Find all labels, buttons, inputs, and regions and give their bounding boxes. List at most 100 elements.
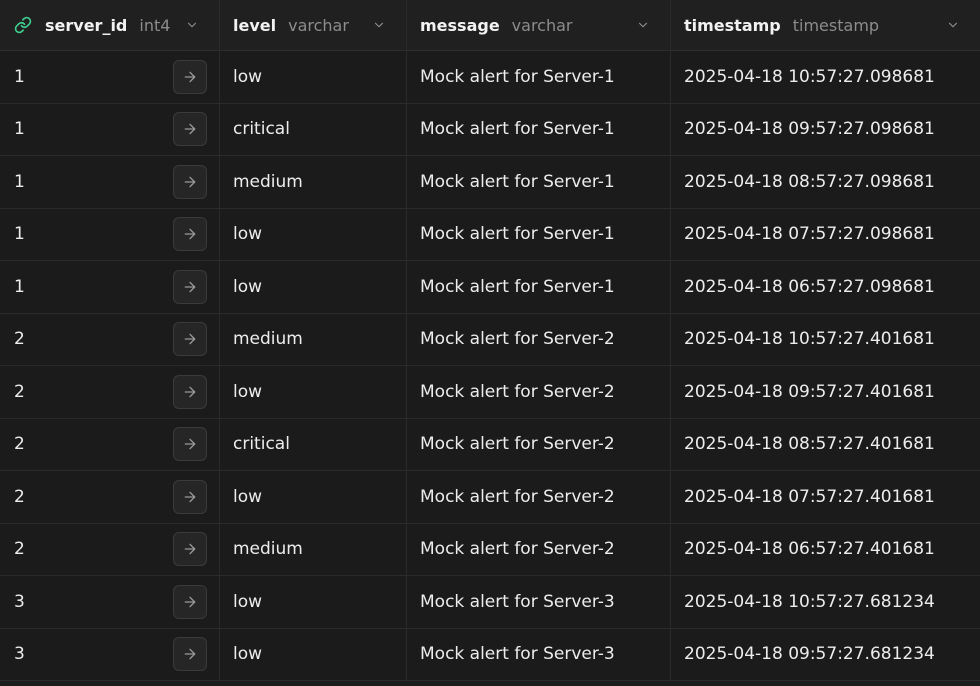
column-header-timestamp[interactable]: timestamp timestamp [671, 0, 980, 50]
table-row: 1 critical Mock alert for Server-1 2025-… [0, 103, 980, 156]
cell-timestamp[interactable]: 2025-04-18 06:57:27.098681 [671, 261, 980, 313]
column-type: int4 [139, 15, 171, 35]
cell-server-id[interactable]: 1 [0, 103, 220, 155]
cell-message[interactable]: Mock alert for Server-2 [407, 313, 671, 365]
cell-value: 2025-04-18 10:57:27.401681 [684, 329, 935, 350]
chevron-down-icon[interactable] [185, 18, 199, 32]
cell-server-id[interactable]: 2 [0, 366, 220, 418]
cell-value: 2025-04-18 09:57:27.098681 [684, 119, 935, 140]
column-header-level[interactable]: level varchar [220, 0, 407, 50]
cell-timestamp[interactable]: 2025-04-18 09:57:27.681234 [671, 629, 980, 681]
cell-message[interactable]: Mock alert for Server-3 [407, 628, 671, 680]
cell-value: low [233, 66, 263, 87]
cell-server-id[interactable]: 1 [0, 51, 220, 103]
cell-level[interactable]: critical [220, 103, 407, 155]
cell-server-id[interactable]: 1 [0, 261, 220, 313]
cell-server-id[interactable]: 2 [0, 418, 220, 470]
arrow-right-icon [184, 648, 196, 660]
cell-level[interactable]: low [220, 366, 407, 418]
column-name: server_id [45, 15, 128, 35]
cell-value: Mock alert for Server-2 [420, 381, 615, 402]
cell-level[interactable]: low [220, 208, 407, 260]
cell-message[interactable]: Mock alert for Server-2 [407, 523, 671, 575]
foreign-key-button[interactable] [173, 217, 207, 252]
cell-timestamp[interactable]: 2025-04-18 06:57:27.401681 [671, 524, 980, 576]
cell-message[interactable]: Mock alert for Server-1 [407, 261, 671, 313]
table-row: 2 critical Mock alert for Server-2 2025-… [0, 418, 980, 471]
cell-message[interactable]: Mock alert for Server-3 [407, 576, 671, 628]
cell-message[interactable]: Mock alert for Server-1 [407, 156, 671, 208]
cell-message[interactable]: Mock alert for Server-2 [407, 418, 671, 470]
cell-value: low [233, 644, 263, 665]
foreign-key-button[interactable] [173, 637, 207, 672]
cell-level[interactable]: medium [220, 523, 407, 575]
foreign-key-button[interactable] [173, 112, 207, 147]
cell-timestamp[interactable]: 2025-04-18 08:57:27.098681 [671, 156, 980, 208]
foreign-key-button[interactable] [173, 427, 207, 462]
cell-value: 2 [14, 381, 25, 402]
cell-message[interactable]: Mock alert for Server-2 [407, 366, 671, 418]
cell-level[interactable]: medium [220, 156, 407, 208]
cell-level[interactable]: critical [220, 418, 407, 470]
cell-level[interactable]: low [220, 261, 407, 313]
cell-message[interactable]: Mock alert for Server-1 [407, 208, 671, 260]
cell-level[interactable]: low [220, 51, 407, 103]
foreign-key-button[interactable] [173, 59, 207, 94]
cell-value: 2 [14, 329, 25, 350]
cell-value: medium [233, 171, 303, 192]
column-header-message[interactable]: message varchar [407, 0, 671, 50]
cell-timestamp[interactable]: 2025-04-18 09:57:27.098681 [671, 104, 980, 156]
cell-level[interactable]: low [220, 471, 407, 523]
cell-value: 2025-04-18 09:57:27.401681 [684, 381, 935, 402]
cell-value: 1 [14, 224, 25, 245]
cell-server-id[interactable]: 2 [0, 313, 220, 365]
cell-level[interactable]: low [220, 576, 407, 628]
cell-level[interactable]: low [220, 628, 407, 680]
foreign-key-button[interactable] [173, 374, 207, 409]
foreign-key-button[interactable] [173, 584, 207, 619]
cell-value: 1 [14, 119, 25, 140]
cell-timestamp[interactable]: 2025-04-18 07:57:27.098681 [671, 209, 980, 261]
cell-timestamp[interactable]: 2025-04-18 10:57:27.401681 [671, 314, 980, 366]
cell-message[interactable]: Mock alert for Server-1 [407, 51, 671, 103]
cell-value: Mock alert for Server-2 [420, 329, 615, 350]
cell-value: medium [233, 539, 303, 560]
cell-server-id[interactable]: 1 [0, 208, 220, 260]
foreign-key-button[interactable] [173, 479, 207, 514]
cell-server-id[interactable]: 2 [0, 471, 220, 523]
foreign-key-button[interactable] [173, 322, 207, 357]
cell-server-id[interactable]: 1 [0, 156, 220, 208]
column-type: varchar [288, 15, 349, 35]
cell-timestamp[interactable]: 2025-04-18 10:57:27.681234 [671, 576, 980, 628]
cell-value: 2025-04-18 08:57:27.098681 [684, 171, 935, 192]
table-row: 1 low Mock alert for Server-1 2025-04-18… [0, 261, 980, 314]
cell-message[interactable]: Mock alert for Server-2 [407, 471, 671, 523]
chevron-down-icon[interactable] [946, 18, 960, 32]
cell-timestamp[interactable]: 2025-04-18 08:57:27.401681 [671, 419, 980, 471]
column-type: varchar [511, 15, 573, 35]
column-name: message [420, 15, 500, 35]
table-row: 1 low Mock alert for Server-1 2025-04-18… [0, 51, 980, 104]
column-name: timestamp [684, 15, 781, 35]
cell-timestamp[interactable]: 2025-04-18 10:57:27.098681 [671, 51, 980, 103]
chevron-down-icon[interactable] [636, 18, 650, 32]
foreign-key-button[interactable] [173, 269, 207, 304]
table-row: 2 medium Mock alert for Server-2 2025-04… [0, 523, 980, 576]
cell-server-id[interactable]: 2 [0, 523, 220, 575]
cell-level[interactable]: medium [220, 313, 407, 365]
cell-timestamp[interactable]: 2025-04-18 09:57:27.401681 [671, 366, 980, 418]
foreign-key-button[interactable] [173, 532, 207, 567]
arrow-right-icon [184, 123, 196, 135]
chevron-down-icon[interactable] [372, 18, 386, 32]
cell-message[interactable]: Mock alert for Server-1 [407, 103, 671, 155]
cell-value: low [233, 591, 263, 612]
cell-server-id[interactable]: 3 [0, 628, 220, 680]
table-body: 1 low Mock alert for Server-1 2025-04-18… [0, 51, 980, 681]
foreign-key-button[interactable] [173, 164, 207, 199]
cell-value: 2025-04-18 07:57:27.401681 [684, 486, 935, 507]
cell-value: 2025-04-18 10:57:27.681234 [684, 591, 935, 612]
cell-timestamp[interactable]: 2025-04-18 07:57:27.401681 [671, 471, 980, 523]
arrow-right-icon [184, 333, 196, 345]
column-header-server-id[interactable]: server_id int4 [0, 0, 220, 50]
cell-server-id[interactable]: 3 [0, 576, 220, 628]
